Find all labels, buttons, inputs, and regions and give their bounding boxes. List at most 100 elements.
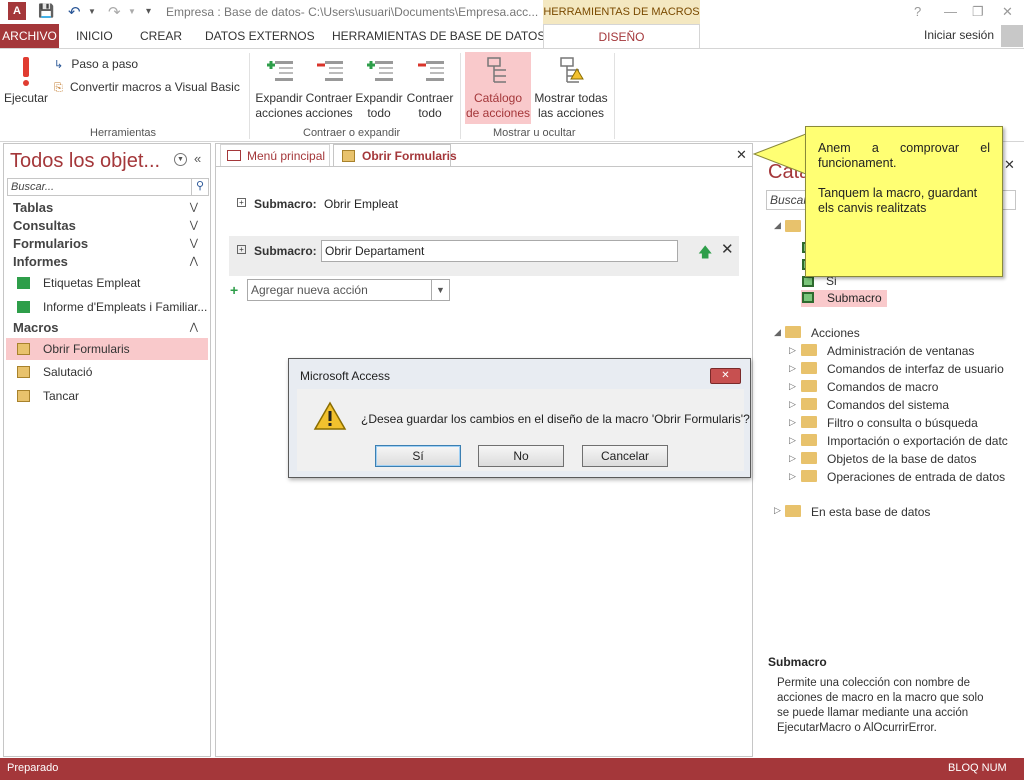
catalog-folder[interactable]: Comandos de macro: [827, 380, 938, 394]
close-catalog-icon[interactable]: ✕: [1004, 157, 1015, 173]
macro-icon: [342, 150, 355, 162]
tree-collapsed-icon[interactable]: ▷: [774, 505, 781, 516]
catalog-folder[interactable]: Objetos de la base de datos: [827, 452, 976, 466]
customize-toolbar-icon[interactable]: ▾: [146, 6, 151, 17]
nav-category-formularios[interactable]: Formularios: [13, 236, 88, 251]
expandir-acciones-button[interactable]: Expandir acciones: [254, 55, 304, 121]
chevron-down-icon[interactable]: ⋁: [190, 238, 198, 249]
catalog-group-en-esta-bd[interactable]: En esta base de datos: [811, 505, 930, 519]
search-icon[interactable]: ⚲: [191, 179, 208, 195]
submacro-name[interactable]: Obrir Empleat: [324, 197, 398, 211]
paso-a-paso-button[interactable]: ↳ Paso a paso: [54, 57, 138, 71]
signin-link[interactable]: Iniciar sesión: [924, 28, 994, 42]
redo-icon[interactable]: ↷: [108, 3, 121, 21]
save-icon[interactable]: 💾: [38, 3, 54, 19]
close-window-button[interactable]: ✕: [1002, 4, 1013, 20]
tab-datos-externos[interactable]: DATOS EXTERNOS: [205, 24, 315, 48]
ejecutar-button[interactable]: Ejecutar: [4, 55, 48, 106]
folder-icon: [785, 505, 801, 517]
tree-collapsed-icon[interactable]: ▷: [789, 435, 796, 446]
catalog-item-submacro-selected[interactable]: Submacro: [801, 290, 887, 307]
tab-diseno[interactable]: DISEÑO: [543, 24, 700, 48]
expand-icon[interactable]: +: [237, 198, 246, 207]
tab-menu-principal[interactable]: Menú principal: [220, 144, 330, 166]
status-text: Preparado: [7, 762, 59, 774]
minimize-button[interactable]: —: [944, 4, 957, 19]
delete-icon[interactable]: ✕: [721, 240, 734, 258]
dropdown-arrow-icon[interactable]: ▼: [431, 280, 449, 300]
catalog-folder[interactable]: Operaciones de entrada de datos: [827, 470, 1005, 484]
nav-item-macro-selected[interactable]: Obrir Formularis: [6, 338, 208, 360]
chevron-down-icon[interactable]: ⋁: [190, 202, 198, 213]
close-document-icon[interactable]: ✕: [736, 147, 747, 163]
exclamation-icon: [23, 57, 29, 86]
contraer-acciones-button[interactable]: Contraer acciones: [304, 55, 354, 121]
nav-category-tablas[interactable]: Tablas: [13, 200, 53, 215]
tree-collapsed-icon[interactable]: ▷: [789, 453, 796, 464]
nav-category-macros[interactable]: Macros: [13, 320, 59, 335]
nav-item-report[interactable]: Etiquetas Empleat: [6, 272, 208, 294]
macro-icon: [17, 366, 30, 378]
tree-expanded-icon[interactable]: ◢: [774, 327, 781, 338]
catalog-folder[interactable]: Importación o exportación de datc: [827, 434, 1009, 448]
nav-menu-dropdown-icon[interactable]: ▼: [174, 153, 187, 166]
nav-pane-title[interactable]: Todos los objet...: [10, 150, 160, 173]
nav-category-informes[interactable]: Informes: [13, 254, 68, 269]
contraer-acciones-label-2: acciones: [305, 106, 353, 120]
catalog-group-acciones[interactable]: Acciones: [811, 326, 860, 340]
group-herramientas-label: Herramientas: [90, 127, 157, 139]
tree-collapsed-icon[interactable]: ▷: [789, 345, 796, 356]
chevron-down-icon[interactable]: ⋁: [190, 220, 198, 231]
nav-search-input[interactable]: Buscar... ⚲: [7, 178, 209, 196]
help-icon[interactable]: ?: [914, 4, 921, 19]
dialog-close-button[interactable]: ✕: [710, 368, 741, 384]
expandir-todo-label-1: Expandir: [355, 91, 403, 105]
catalog-search-placeholder: Buscar: [770, 193, 808, 207]
tree-collapsed-icon[interactable]: ▷: [789, 399, 796, 410]
no-button[interactable]: No: [478, 445, 564, 467]
submacro-block-selected[interactable]: + Submacro: Obrir Departament 🡅 ✕: [229, 236, 739, 276]
catalog-folder[interactable]: Comandos de interfaz de usuario: [827, 362, 1004, 376]
tree-collapsed-icon[interactable]: ▷: [789, 363, 796, 374]
user-avatar[interactable]: [1001, 25, 1023, 47]
tree-expanded-icon[interactable]: ◢: [774, 220, 781, 231]
tree-collapsed-icon[interactable]: ▷: [789, 471, 796, 482]
expand-icon[interactable]: +: [237, 245, 246, 254]
undo-icon[interactable]: ↶: [68, 3, 81, 21]
nav-item-macro[interactable]: Salutació: [6, 361, 208, 383]
nav-item-macro[interactable]: Tancar: [6, 385, 208, 407]
redo-dropdown-icon[interactable]: ▼: [128, 7, 136, 16]
restore-button[interactable]: ❐: [972, 4, 984, 20]
access-app-icon[interactable]: A: [8, 2, 26, 20]
tab-inicio[interactable]: INICIO: [76, 24, 113, 48]
undo-dropdown-icon[interactable]: ▼: [88, 7, 96, 16]
expandir-todo-button[interactable]: Expandir todo: [354, 55, 404, 121]
expandir-acciones-label-1: Expandir: [255, 91, 303, 105]
chevron-up-icon[interactable]: ⋀: [190, 322, 198, 333]
window-title: Empresa : Base de datos- C:\Users\usuari…: [166, 5, 539, 19]
submacro-name-input[interactable]: Obrir Departament: [321, 240, 678, 262]
catalog-folder[interactable]: Administración de ventanas: [827, 344, 974, 358]
cancel-button[interactable]: Cancelar: [582, 445, 668, 467]
tree-collapsed-icon[interactable]: ▷: [789, 417, 796, 428]
add-action-combobox[interactable]: Agregar nueva acción ▼: [247, 279, 450, 301]
tab-archivo[interactable]: ARCHIVO: [0, 24, 59, 48]
chevron-up-icon[interactable]: ⋀: [190, 256, 198, 267]
contraer-todo-button[interactable]: Contraer todo: [405, 55, 455, 121]
yes-button[interactable]: Sí: [375, 445, 461, 467]
catalog-folder[interactable]: Filtro o consulta o búsqueda: [827, 416, 978, 430]
tab-herramientas-base-datos[interactable]: HERRAMIENTAS DE BASE DE DATOS: [332, 24, 545, 48]
convertir-vb-button[interactable]: ⎘ Convertir macros a Visual Basic: [54, 80, 240, 95]
nav-category-consultas[interactable]: Consultas: [13, 218, 76, 233]
catalogo-acciones-button[interactable]: Catálogo de acciones: [465, 52, 531, 124]
mostrar-todas-button[interactable]: Mostrar todas las acciones: [533, 55, 609, 121]
submacro-block[interactable]: + Submacro: Obrir Empleat: [229, 194, 739, 214]
catalog-folder[interactable]: Comandos del sistema: [827, 398, 949, 412]
move-up-icon[interactable]: 🡅: [698, 242, 712, 266]
tree-collapsed-icon[interactable]: ▷: [789, 381, 796, 392]
collapse-pane-icon[interactable]: «: [194, 151, 201, 166]
nav-item-report[interactable]: Informe d'Empleats i Familiar...: [6, 296, 208, 318]
tab-obrir-formularis[interactable]: Obrir Formularis: [333, 144, 457, 166]
tab-crear[interactable]: CREAR: [140, 24, 182, 48]
ejecutar-label: Ejecutar: [4, 91, 49, 105]
